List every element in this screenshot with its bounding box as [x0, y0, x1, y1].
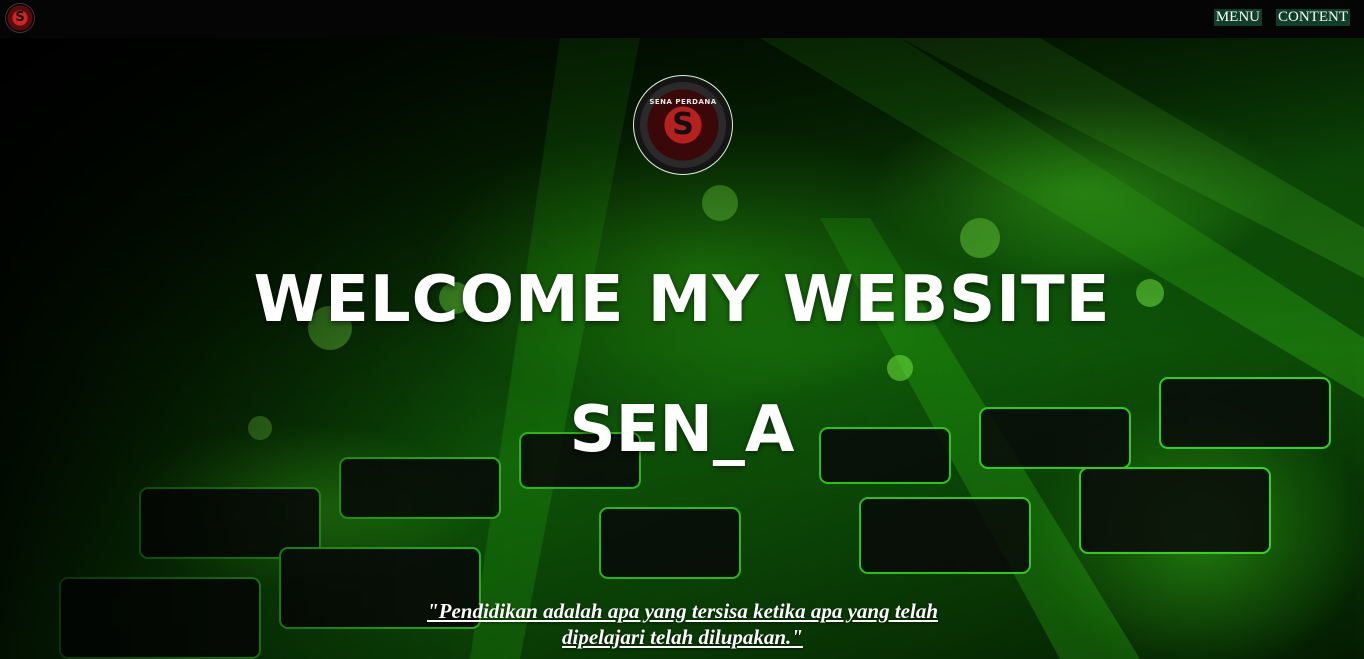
site-logo-icon[interactable]: S	[6, 4, 34, 32]
hero-logo-letter: S	[672, 107, 694, 142]
nav-menu-link[interactable]: MENU	[1213, 9, 1262, 26]
quote-text: "Pendidikan adalah apa yang tersisa keti…	[426, 599, 938, 649]
welcome-title: WELCOME MY WEBSITE	[253, 263, 1111, 337]
top-navbar: S MENU CONTENT	[0, 0, 1364, 38]
site-logo-letter: S	[15, 10, 25, 25]
hero-section: SENA PERDANA S WELCOME MY WEBSITE SEN_A …	[0, 38, 1364, 659]
site-name-title: SEN_A	[569, 393, 795, 467]
main-nav: MENU CONTENT	[1213, 9, 1350, 26]
hero-logo-icon: SENA PERDANA S	[633, 75, 733, 175]
nav-content-link[interactable]: CONTENT	[1276, 9, 1350, 26]
